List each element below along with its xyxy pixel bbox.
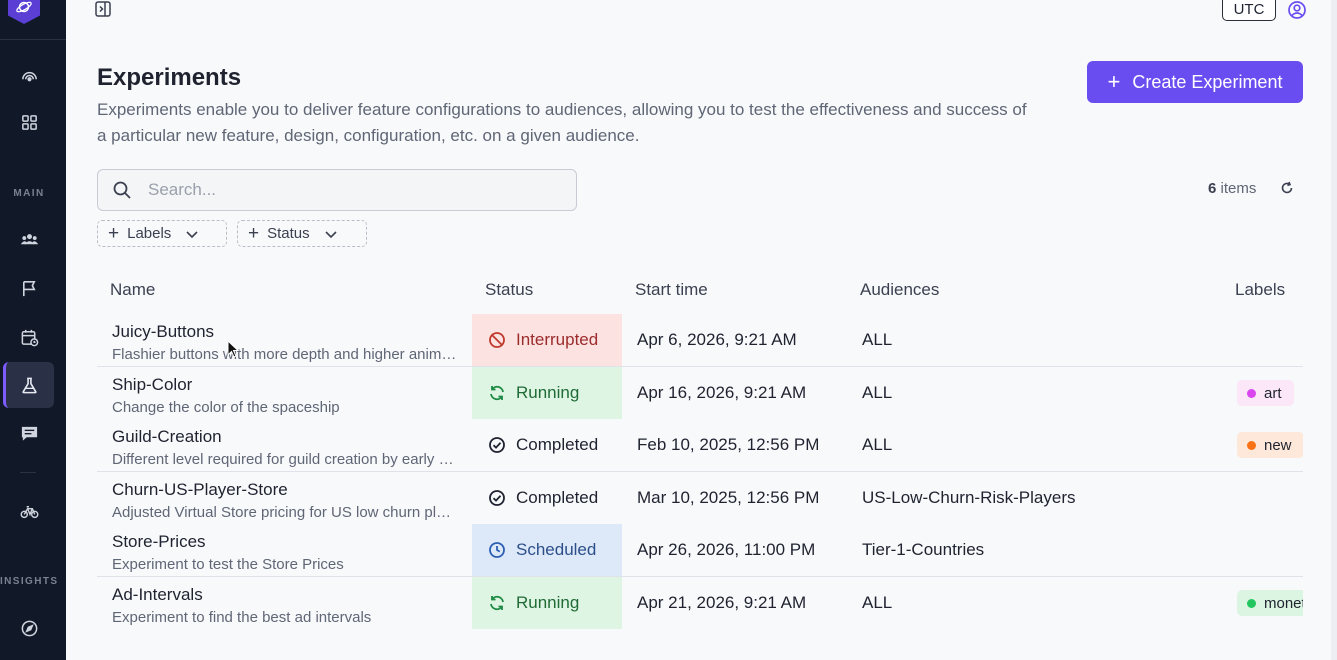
- bicycle-icon: [20, 505, 38, 518]
- experiment-description: Change the color of the spaceship: [112, 399, 340, 416]
- status-badge: Completed: [472, 472, 622, 524]
- sidebar-item-schedules[interactable]: [17, 325, 41, 349]
- status-label: Completed: [516, 488, 599, 507]
- sidebar-item-features[interactable]: [17, 276, 41, 300]
- experiment-name-cell: Ship-Color Change the color of the space…: [112, 375, 457, 416]
- sidebar-item-rides[interactable]: [17, 499, 41, 523]
- experiment-name-cell: Churn-US-Player-Store Adjusted Virtual S…: [112, 480, 457, 521]
- label-chip[interactable]: art: [1237, 380, 1294, 406]
- sidebar-section-insights: INSIGHTS: [0, 576, 59, 587]
- sync-icon: [490, 385, 504, 401]
- labels-filter-button[interactable]: + Labels: [97, 220, 227, 247]
- label-text: art: [1264, 384, 1282, 402]
- sidebar-item-experiments[interactable]: [17, 373, 41, 397]
- sidebar-toggle-button[interactable]: [94, 0, 112, 18]
- label-color-dot: [1247, 388, 1256, 398]
- experiment-description: Adjusted Virtual Store pricing for US lo…: [112, 504, 457, 521]
- sidebar-item-messages[interactable]: [17, 421, 41, 445]
- label-color-dot: [1247, 598, 1256, 608]
- label-text: monetization: [1264, 594, 1303, 612]
- panel-collapse-icon: [95, 1, 111, 17]
- sidebar-section-main: MAIN: [13, 188, 45, 199]
- table-row[interactable]: Churn-US-Player-Store Adjusted Virtual S…: [97, 472, 1303, 524]
- plus-icon: +: [108, 223, 120, 244]
- chevron-down-icon: [325, 230, 337, 238]
- user-circle-icon: [1288, 1, 1306, 19]
- apps-grid-icon: [21, 114, 37, 130]
- page-description: Experiments enable you to deliver featur…: [97, 100, 1027, 145]
- experiment-name[interactable]: Ad-Intervals: [112, 585, 457, 605]
- sync-icon: [490, 595, 504, 611]
- start-time: Apr 21, 2026, 9:21 AM: [637, 593, 807, 612]
- labels-cell: art: [1237, 380, 1303, 406]
- timezone-button[interactable]: UTC: [1222, 0, 1276, 21]
- label-chip[interactable]: monetization: [1237, 590, 1303, 616]
- status-label: Running: [516, 593, 580, 612]
- experiment-name-cell: Ad-Intervals Experiment to find the best…: [112, 585, 457, 626]
- experiment-name[interactable]: Churn-US-Player-Store: [112, 480, 457, 500]
- status-badge: Running: [472, 367, 622, 419]
- sidebar: MAIN INSIGHTS: [0, 0, 66, 660]
- check-circle-icon: [489, 490, 505, 506]
- labels-cell: monetization: [1237, 590, 1303, 616]
- column-header-start-time[interactable]: Start time: [635, 280, 708, 300]
- labels-filter-label: Labels: [127, 225, 172, 242]
- search-input[interactable]: [148, 180, 548, 200]
- users-icon: [20, 233, 38, 244]
- search-icon: [113, 181, 131, 199]
- chevron-down-icon: [186, 230, 198, 238]
- row-divider: [97, 314, 1303, 367]
- user-account-button[interactable]: [1287, 0, 1307, 20]
- create-experiment-button[interactable]: + Create Experiment: [1087, 61, 1303, 103]
- start-time: Apr 16, 2026, 9:21 AM: [637, 383, 807, 402]
- status-filter-button[interactable]: + Status: [237, 220, 367, 247]
- column-header-audiences[interactable]: Audiences: [860, 280, 939, 300]
- table-row[interactable]: Ad-Intervals Experiment to find the best…: [97, 577, 1303, 629]
- start-time: Mar 10, 2025, 12:56 PM: [637, 488, 820, 507]
- audience: US-Low-Churn-Risk-Players: [862, 488, 1076, 507]
- mouse-cursor-icon: [227, 340, 239, 358]
- column-header-labels[interactable]: Labels: [1235, 280, 1285, 300]
- experiment-description: Experiment to find the best ad intervals: [112, 609, 372, 626]
- status-filter-label: Status: [267, 225, 310, 242]
- sidebar-item-explore[interactable]: [17, 616, 41, 640]
- sidebar-item-audiences[interactable]: [17, 227, 41, 251]
- flag-icon: [22, 280, 36, 296]
- calendar-clock-icon: [21, 329, 38, 346]
- experiment-name[interactable]: Ship-Color: [112, 375, 457, 395]
- search-box: [97, 169, 577, 211]
- sidebar-divider: [20, 472, 36, 473]
- column-header-status[interactable]: Status: [485, 280, 533, 300]
- message-list-icon: [21, 426, 37, 441]
- audience: ALL: [862, 383, 893, 402]
- compass-icon: [21, 620, 37, 636]
- page-title: Experiments: [97, 64, 242, 91]
- sidebar-divider: [0, 39, 66, 40]
- column-header-name[interactable]: Name: [110, 280, 155, 300]
- page-scrollbar[interactable]: [1331, 0, 1337, 660]
- audience: ALL: [862, 593, 893, 612]
- status-badge: Running: [472, 577, 622, 629]
- refresh-icon[interactable]: [1280, 181, 1294, 195]
- row-divider: [97, 419, 1303, 472]
- app-logo[interactable]: [8, 0, 40, 24]
- planet-icon: [16, 1, 32, 13]
- plus-icon: +: [1107, 69, 1121, 94]
- item-count-suffix: items: [1216, 180, 1257, 197]
- status-label: Running: [516, 383, 580, 402]
- table-row[interactable]: Ship-Color Change the color of the space…: [97, 367, 1303, 419]
- row-divider: [97, 524, 1303, 577]
- item-count: 6 items: [1208, 180, 1256, 197]
- plus-icon: +: [248, 223, 260, 244]
- flask-icon: [21, 377, 37, 393]
- sidebar-item-dashboard[interactable]: [17, 62, 41, 86]
- dashboard-gauge-icon: [21, 71, 37, 81]
- create-experiment-label: Create Experiment: [1132, 71, 1283, 92]
- sidebar-item-apps[interactable]: [17, 110, 41, 134]
